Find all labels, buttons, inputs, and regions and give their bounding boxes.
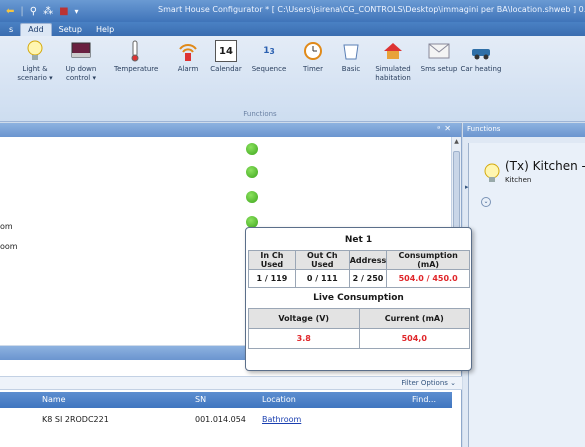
header-consumption: Consumption (mA): [386, 250, 470, 270]
value-current: 504,0: [358, 328, 470, 349]
bulb-icon: [24, 40, 46, 62]
temperature-button[interactable]: Temperature: [114, 40, 158, 74]
live-consumption-table: Voltage (V) Current (mA) 3.8 504,0: [248, 308, 470, 349]
header-out-ch: Out Ch Used: [294, 250, 350, 270]
title-bar: ⬅ | ⚲ ⁂ ■ ▾ Smart House Configurator * […: [0, 0, 585, 22]
simulated-icon: [382, 40, 404, 62]
header-address: Address: [348, 250, 388, 270]
filter-bar: Filter Options ⌄: [0, 376, 462, 390]
tree-icon[interactable]: ⚲: [30, 6, 37, 17]
live-consumption-title: Live Consumption: [313, 293, 404, 303]
panel-header: ᵃ✕: [0, 123, 461, 137]
basic-button[interactable]: Basic: [330, 40, 372, 74]
calendar-button[interactable]: 14 Calendar: [205, 40, 247, 74]
menu-item-setup[interactable]: Setup: [52, 25, 89, 36]
scroll-up-icon[interactable]: ▲: [452, 137, 461, 147]
bulb-icon: [484, 163, 500, 182]
functions-panel-title: Functions: [463, 123, 585, 137]
alarm-button[interactable]: Alarm: [167, 40, 209, 74]
ribbon-group-label: Functions: [243, 110, 277, 118]
status-dot[interactable]: [246, 191, 258, 203]
panel-buttons: ᵃ✕: [437, 124, 455, 133]
expand-icon[interactable]: ⌄: [481, 197, 491, 207]
timer-icon: [302, 40, 324, 62]
grid-header: Name SN Location Find...: [0, 392, 452, 408]
function-title: (Tx) Kitchen -: [505, 159, 585, 173]
cell-name: K8 SI 2RODC221: [42, 415, 109, 424]
net-usage-table: In Ch Used Out Ch Used Address Consumpti…: [248, 250, 470, 288]
sequence-icon: 13: [263, 46, 275, 56]
net-consumption-tooltip: Net 1 In Ch Used Out Ch Used Address Con…: [245, 227, 472, 371]
net-title: Net 1: [344, 235, 373, 245]
simulated-habitation-button[interactable]: Simulated habitation: [372, 40, 414, 83]
value-consumption: 504.0 / 450.0: [386, 269, 470, 288]
column-location[interactable]: Location: [262, 395, 296, 404]
value-out-ch: 0 / 111: [294, 269, 350, 288]
list-item[interactable]: [0, 137, 450, 157]
header-in-ch: In Ch Used: [248, 250, 296, 270]
function-location: Kitchen: [505, 176, 532, 184]
back-icon[interactable]: ⬅: [6, 6, 14, 17]
up-down-control-button[interactable]: Up down control ▾: [60, 40, 102, 83]
dropdown-icon[interactable]: ▾: [75, 7, 79, 16]
list-item[interactable]: [0, 157, 450, 177]
function-item[interactable]: (Tx) Kitchen - Kitchen: [481, 159, 585, 199]
column-sn[interactable]: SN: [195, 395, 206, 404]
value-voltage: 3.8: [248, 328, 360, 349]
window-title: Smart House Configurator * [ C:\Users\js…: [158, 5, 585, 14]
menu-bar: s Add Setup Help: [0, 22, 585, 36]
list-item[interactable]: [0, 177, 450, 197]
ribbon: Light & scenario ▾ Up down control ▾ Tem…: [0, 36, 585, 122]
column-find[interactable]: Find...: [412, 395, 436, 404]
functions-panel: Functions (Tx) Kitchen - Kitchen ⌄ ▸: [463, 123, 585, 447]
header-voltage: Voltage (V): [248, 308, 360, 329]
thermometer-icon: [124, 40, 146, 62]
menu-item-file[interactable]: s: [2, 25, 20, 36]
collapse-arrow-icon[interactable]: ▸: [465, 183, 469, 191]
separator-icon: |: [20, 5, 24, 17]
functions-list: (Tx) Kitchen - Kitchen ⌄: [468, 143, 585, 447]
calendar-icon: 14: [215, 40, 237, 62]
sequence-button[interactable]: 13 Sequence: [248, 40, 290, 74]
cell-sn: 001.014.054: [195, 415, 246, 424]
value-address: 2 / 250: [348, 269, 388, 288]
sms-setup-button[interactable]: Sms setup: [418, 40, 460, 74]
status-dot[interactable]: [246, 143, 258, 155]
light-scenario-button[interactable]: Light & scenario ▾: [14, 40, 56, 83]
basic-icon: [340, 40, 362, 62]
sms-icon: [428, 40, 450, 62]
network-icon[interactable]: ⁂: [43, 6, 53, 17]
car-heating-button[interactable]: Car heating: [460, 40, 502, 74]
quick-access-toolbar: ⬅ | ⚲ ⁂ ■ ▾: [6, 3, 79, 19]
cell-location-link[interactable]: Bathroom: [262, 415, 301, 424]
status-dot[interactable]: [246, 166, 258, 178]
timer-button[interactable]: Timer: [292, 40, 334, 74]
header-current: Current (mA): [358, 308, 470, 329]
blind-icon: [70, 40, 92, 62]
alarm-icon: [177, 40, 199, 62]
car-icon: [470, 40, 492, 62]
menu-item-add[interactable]: Add: [20, 23, 52, 36]
close-icon[interactable]: ✕: [444, 124, 455, 133]
table-row[interactable]: K8 SI 2RODC221 001.014.054 Bathroom: [0, 412, 452, 428]
column-name[interactable]: Name: [42, 395, 66, 404]
menu-item-help[interactable]: Help: [89, 25, 121, 36]
list-item[interactable]: [0, 197, 450, 217]
filter-options-button[interactable]: Filter Options ⌄: [401, 379, 456, 387]
value-in-ch: 1 / 119: [248, 269, 296, 288]
device-icon[interactable]: ■: [59, 6, 68, 17]
